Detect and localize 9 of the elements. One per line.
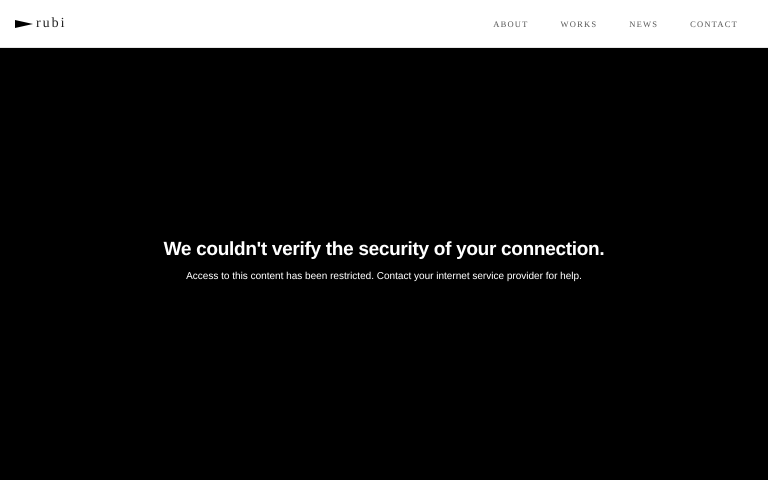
nav-link[interactable]: WORKS bbox=[560, 18, 598, 28]
logo-text: rubi bbox=[36, 16, 67, 32]
pennant-icon bbox=[15, 20, 33, 28]
logo-link[interactable]: rubi bbox=[15, 16, 67, 32]
nav-link[interactable]: NEWS bbox=[629, 18, 658, 28]
nav-link[interactable]: ABOUT bbox=[493, 18, 529, 28]
error-message: Access to this content has been restricted. Contact your internet service provider for help. bbox=[186, 270, 582, 282]
error-heading: We couldn't verify the security of your connection. bbox=[164, 238, 604, 260]
nav-link[interactable]: CONTACT bbox=[690, 18, 738, 28]
